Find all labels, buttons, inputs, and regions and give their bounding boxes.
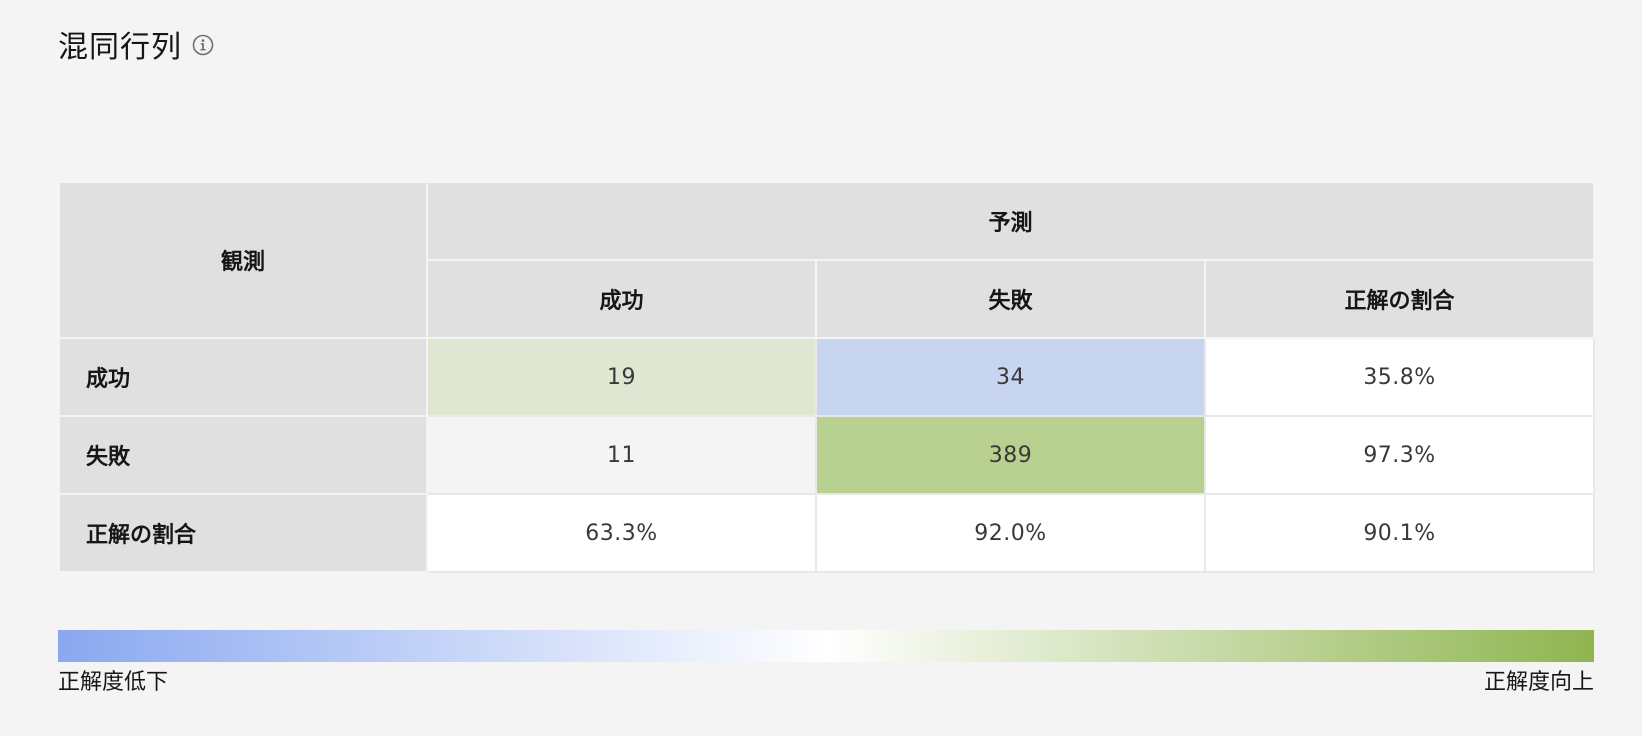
row-header-accuracy: 正解の割合 [58, 493, 428, 573]
predicted-header: 予測 [425, 181, 1596, 261]
legend-high-label: 正解度向上 [1483, 670, 1594, 695]
color-scale-legend [58, 630, 1594, 662]
confusion-matrix: 観測 予測 成功 失敗 正解の割合 成功 19 34 35.8% 失敗 11 3… [58, 181, 1596, 573]
title-row: 混同行列 [58, 22, 214, 66]
matrix-cell: 11 [426, 415, 817, 495]
matrix-row-accuracy: 正解の割合 63.3% 92.0% 90.1% [58, 493, 1596, 573]
matrix-row-failure: 失敗 11 389 97.3% [58, 415, 1596, 495]
page-title: 混同行列 [58, 30, 182, 65]
observed-header: 観測 [58, 181, 428, 339]
matrix-cell: 34 [815, 337, 1206, 417]
matrix-cell: 92.0% [815, 493, 1206, 573]
matrix-cell: 389 [815, 415, 1206, 495]
matrix-cell: 35.8% [1203, 337, 1596, 417]
matrix-cell: 63.3% [426, 493, 817, 573]
column-header-success: 成功 [426, 259, 817, 339]
matrix-cell: 97.3% [1203, 415, 1596, 495]
row-header-failure: 失敗 [58, 415, 428, 495]
matrix-row-success: 成功 19 34 35.8% [58, 337, 1596, 417]
legend-low-label: 正解度低下 [58, 670, 169, 695]
column-header-failure: 失敗 [815, 259, 1206, 339]
row-header-success: 成功 [58, 337, 428, 417]
column-header-accuracy: 正解の割合 [1203, 259, 1596, 339]
matrix-cell: 90.1% [1203, 493, 1596, 573]
info-circle-icon[interactable] [192, 34, 214, 56]
matrix-cell: 19 [426, 337, 817, 417]
